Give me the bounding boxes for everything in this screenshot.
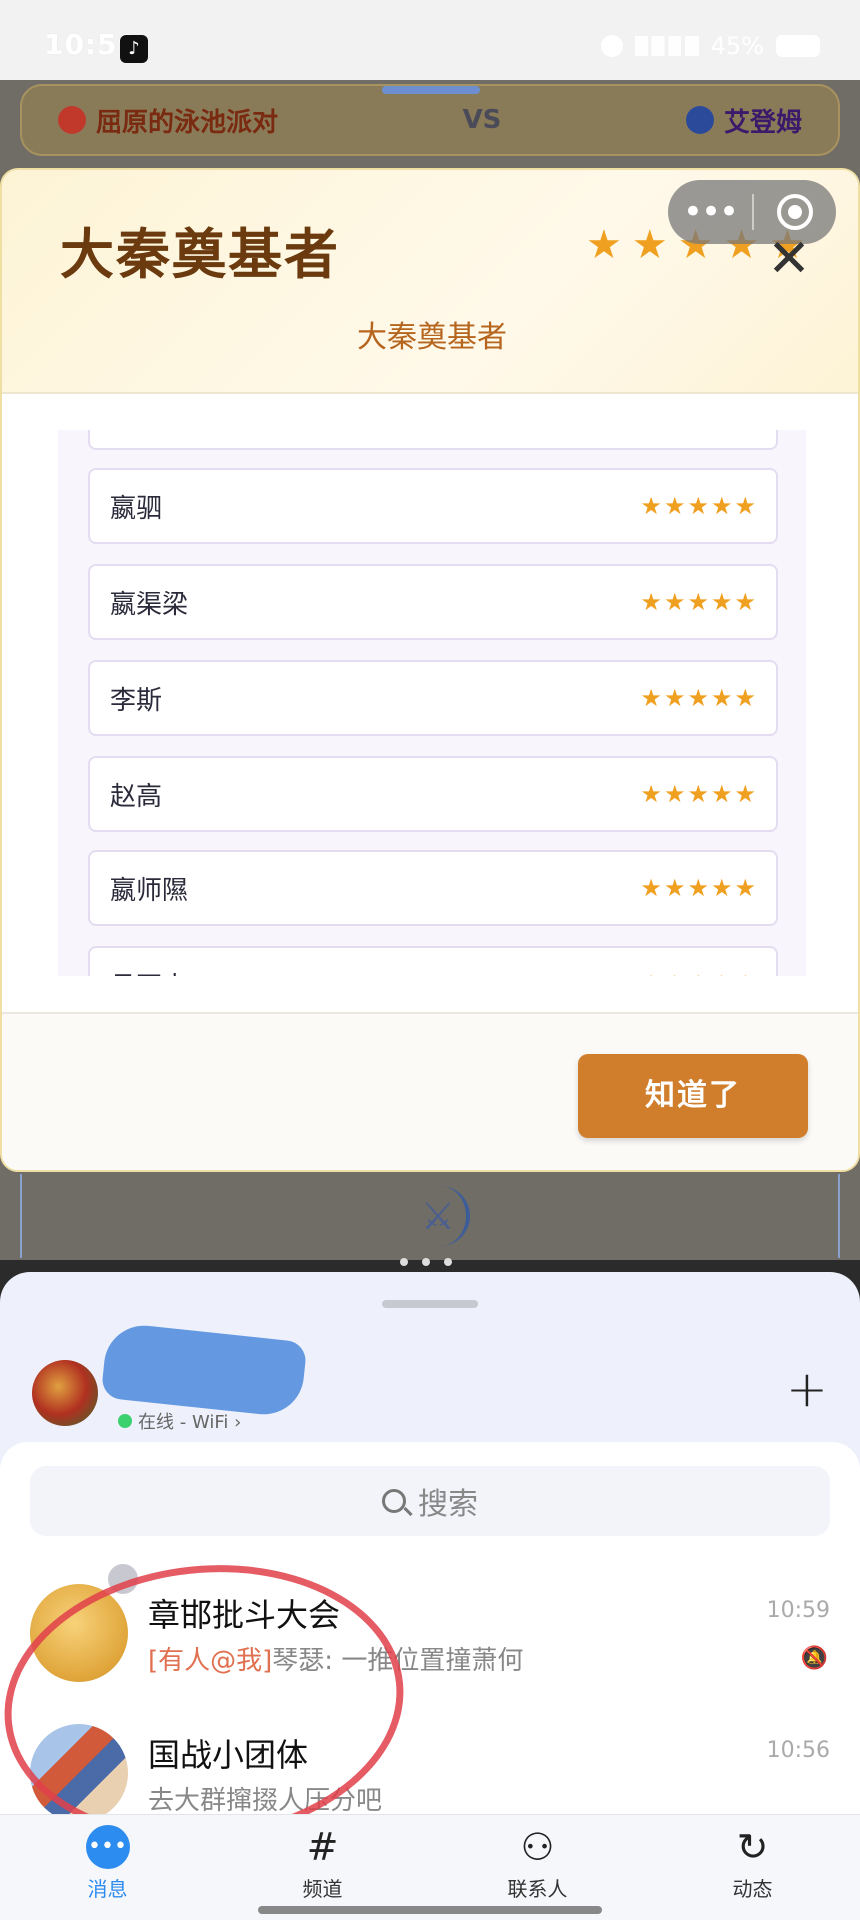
list-item: 嬴驷 ★ ★ ★ ★ ★ bbox=[88, 468, 778, 544]
chat-title: 国战小团体 bbox=[148, 1736, 309, 1774]
team-left-name: 屈原的泳池派对 bbox=[96, 107, 279, 138]
hash-icon: # bbox=[306, 1825, 339, 1869]
modal-subtitle: 大秦奠基者 bbox=[357, 320, 507, 355]
status-bar: 10:59 ♪ 45% bbox=[0, 0, 860, 80]
tab-feed[interactable]: ↻ 动态 bbox=[645, 1815, 860, 1920]
modal-title: 大秦奠基者 bbox=[60, 223, 340, 286]
mute-bell-icon: 🔕 bbox=[800, 1646, 828, 1671]
avatar[interactable] bbox=[32, 1360, 98, 1426]
privacy-icon bbox=[600, 35, 623, 57]
ok-button[interactable]: 知道了 bbox=[578, 1054, 808, 1138]
list-item: 嬴渠梁 ★ ★ ★ ★ ★ bbox=[88, 564, 778, 640]
list-item bbox=[88, 430, 778, 450]
member-rating: ★★★★★ bbox=[640, 874, 756, 902]
tab-messages[interactable]: ••• 消息 bbox=[0, 1815, 215, 1920]
search-icon bbox=[382, 1489, 406, 1513]
target-icon bbox=[777, 194, 813, 230]
team-right: 艾登姆 bbox=[685, 102, 802, 139]
member-list[interactable]: 嬴驷 ★ ★ ★ ★ ★ 嬴渠梁 ★ ★ ★ ★ ★ 李斯 ★ ★ ★ ★ ★ 赵高 ★ ★ ★ ★ ★ 嬴师隰… bbox=[58, 430, 806, 976]
online-status[interactable]: 在线 - WiFi › bbox=[118, 1408, 241, 1434]
split-handle-dots[interactable] bbox=[400, 1258, 452, 1266]
battery-percent: 45% bbox=[710, 32, 764, 60]
refresh-icon: ↻ bbox=[736, 1825, 769, 1869]
crossed-swords-icon: ⚔ bbox=[410, 1186, 470, 1246]
star-icon: ★ bbox=[631, 222, 668, 268]
chat-avatar bbox=[30, 1584, 128, 1682]
member-rating: ★★★★★ bbox=[640, 780, 756, 808]
member-rating: ★★★★★ bbox=[640, 588, 756, 616]
redaction-scribble bbox=[100, 1321, 308, 1419]
member-name: 吕不韦 bbox=[110, 966, 188, 977]
tab-label: 频道 bbox=[302, 1877, 343, 1901]
status-icons: 45% bbox=[600, 32, 820, 60]
mention-tag: [有人@我] bbox=[148, 1646, 273, 1676]
drag-handle[interactable] bbox=[382, 86, 480, 94]
more-icon[interactable]: ••• bbox=[668, 182, 752, 242]
list-item: 李斯 ★ ★ ★ ★ ★ bbox=[88, 660, 778, 736]
member-name: 嬴驷 bbox=[110, 493, 163, 524]
contacts-icon: ⚇ bbox=[520, 1825, 555, 1869]
list-item: 嬴师隰 ★ ★ ★ ★ ★ bbox=[88, 850, 778, 926]
chat-preview: [有人@我]琴瑟: 一推位置撞萧何 bbox=[148, 1640, 523, 1677]
member-name: 嬴渠梁 bbox=[110, 589, 189, 620]
vs-label: VS bbox=[462, 105, 502, 135]
exit-mini-program-button[interactable] bbox=[754, 194, 836, 230]
chat-time: 10:56 bbox=[766, 1738, 830, 1763]
list-item: 赵高 ★ ★ ★ ★ ★ bbox=[88, 756, 778, 832]
member-rating: ★★★★★ bbox=[640, 684, 756, 712]
battery-icon bbox=[776, 35, 820, 57]
signal-icon bbox=[634, 36, 699, 56]
tab-channels[interactable]: # 频道 bbox=[215, 1815, 430, 1920]
detail-modal: 大秦奠基者 ★ ★ ★ ★ ★ 大秦奠基者 ••• ✕ 嬴驷 ★ ★ ★ ★ ★ 嬴渠梁… bbox=[0, 168, 860, 1172]
home-indicator[interactable] bbox=[258, 1906, 602, 1914]
team-right-name: 艾登姆 bbox=[723, 107, 802, 138]
panel-handle[interactable] bbox=[382, 1300, 478, 1308]
online-status-text: 在线 - WiFi › bbox=[138, 1412, 242, 1433]
chat-preview-text: 去大群撺掇人压分吧 bbox=[148, 1786, 383, 1816]
star-icon: ★ bbox=[586, 222, 622, 268]
search-input[interactable]: 搜索 bbox=[30, 1466, 830, 1536]
member-name: 嬴师隰 bbox=[110, 875, 189, 906]
member-name: 赵高 bbox=[110, 781, 163, 812]
tab-label: 联系人 bbox=[507, 1877, 568, 1901]
team-left: 屈原的泳池派对 bbox=[58, 102, 278, 139]
chat-preview: 去大群撺掇人压分吧 bbox=[148, 1780, 382, 1817]
chat-time: 10:59 bbox=[766, 1598, 830, 1623]
plus-icon[interactable]: + bbox=[784, 1364, 830, 1414]
list-item: 吕不韦 ★★★★★ bbox=[88, 946, 778, 976]
chat-title: 章邯批斗大会 bbox=[148, 1596, 341, 1634]
member-rating: ★★★★★ bbox=[640, 492, 756, 520]
online-dot-icon bbox=[118, 1414, 132, 1428]
search-placeholder: 搜索 bbox=[418, 1487, 478, 1522]
modal-footer: 知道了 bbox=[2, 1012, 858, 1170]
team-left-dot bbox=[58, 106, 86, 134]
team-right-dot bbox=[685, 106, 714, 134]
versus-bar: 屈原的泳池派对 VS 艾登姆 bbox=[20, 84, 840, 156]
tiktok-icon: ♪ bbox=[120, 35, 148, 63]
close-icon[interactable]: ✕ bbox=[764, 233, 814, 285]
chat-item[interactable]: 章邯批斗大会 [有人@我]琴瑟: 一推位置撞萧何 10:59 🔕 bbox=[0, 1564, 860, 1702]
group-badge bbox=[108, 1564, 138, 1594]
tab-label: 动态 bbox=[732, 1877, 773, 1901]
bottom-tab-bar: ••• 消息 # 频道 ⚇ 联系人 ↻ 动态 bbox=[0, 1814, 860, 1920]
chat-avatar bbox=[30, 1724, 128, 1822]
tab-contacts[interactable]: ⚇ 联系人 bbox=[430, 1815, 645, 1920]
message-icon: ••• bbox=[85, 1825, 130, 1869]
tab-label: 消息 bbox=[87, 1877, 128, 1901]
chat-preview-text: 琴瑟: 一推位置撞萧何 bbox=[272, 1646, 524, 1676]
member-rating: ★★★★★ bbox=[640, 970, 756, 976]
member-name: 李斯 bbox=[110, 685, 163, 716]
